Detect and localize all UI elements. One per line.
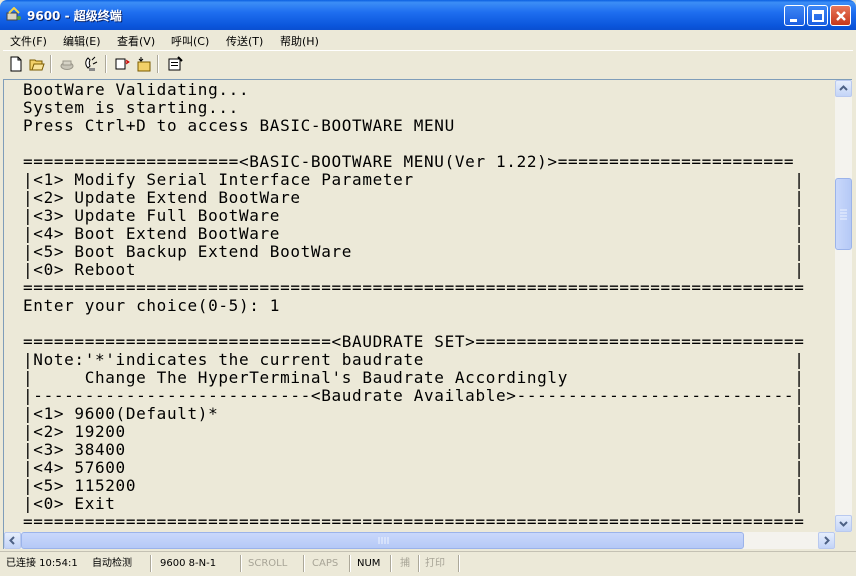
terminal-line: Press Ctrl+D to access BASIC-BOOTWARE ME… xyxy=(23,116,455,135)
window-title: 9600 - 超级终端 xyxy=(27,9,122,23)
terminal-line: |<3> 38400 | xyxy=(23,440,805,459)
terminal-line: |<2> 19200 | xyxy=(23,422,805,441)
menu-transfer[interactable]: 传送(T) xyxy=(226,33,263,49)
terminal-line: ==============================<BAUDRATE … xyxy=(23,332,805,351)
call-icon[interactable] xyxy=(57,54,77,74)
status-divider xyxy=(458,555,460,572)
terminal-line: | Change The HyperTerminal's Baudrate Ac… xyxy=(23,368,805,387)
terminal-line: |<1> 9600(Default)* | xyxy=(23,404,805,423)
terminal-line: |Note:'*'indicates the current baudrate … xyxy=(23,350,805,369)
status-divider xyxy=(390,555,392,572)
status-divider xyxy=(349,555,351,572)
disconnect-icon[interactable] xyxy=(81,54,101,74)
terminal-line: |<0> Exit | xyxy=(23,494,805,513)
status-divider xyxy=(303,555,305,572)
terminal-line: |<4> 57600 | xyxy=(23,458,805,477)
menu-edit[interactable]: 编辑(E) xyxy=(63,33,101,49)
status-divider xyxy=(240,555,242,572)
status-divider xyxy=(418,555,420,572)
terminal-line: Enter your choice(0-5): 1 xyxy=(23,296,281,315)
open-icon[interactable] xyxy=(27,54,47,74)
menu-file[interactable]: 文件(F) xyxy=(10,33,47,49)
vertical-scroll-thumb[interactable] xyxy=(835,178,852,250)
terminal-line: |<5> 115200 | xyxy=(23,476,805,495)
status-print: 打印 xyxy=(425,558,445,569)
status-connected: 已连接 10:54:1 xyxy=(6,558,78,569)
status-settings: 9600 8-N-1 xyxy=(160,558,217,569)
terminal-line: |---------------------------<Baudrate Av… xyxy=(23,386,805,405)
menu-bar: 文件(F) 编辑(E) 查看(V) 呼叫(C) 传送(T) 帮助(H) xyxy=(3,30,853,50)
terminal-screen[interactable]: BootWare Validating... System is startin… xyxy=(4,80,835,532)
status-scroll: SCROLL xyxy=(248,558,288,569)
hyperterminal-icon[interactable] xyxy=(6,6,22,23)
terminal-line: |<1> Modify Serial Interface Parameter | xyxy=(23,170,805,189)
horizontal-scroll-thumb[interactable] xyxy=(21,532,744,549)
terminal-line: ========================================… xyxy=(23,278,805,297)
terminal-line: |<0> Reboot | xyxy=(23,260,805,279)
receive-icon[interactable] xyxy=(134,54,154,74)
menu-help[interactable]: 帮助(H) xyxy=(280,33,319,49)
toolbar-separator xyxy=(105,55,107,73)
status-capture: 捕 xyxy=(400,558,410,569)
minimize-button[interactable] xyxy=(784,5,805,26)
toolbar-separator xyxy=(157,55,159,73)
scroll-up-button[interactable] xyxy=(835,80,852,97)
toolbar xyxy=(3,50,853,78)
terminal-line: =====================<BASIC-BOOTWARE MEN… xyxy=(23,152,795,171)
status-num: NUM xyxy=(357,558,381,569)
vertical-scrollbar[interactable] xyxy=(835,80,852,532)
scroll-down-button[interactable] xyxy=(835,515,852,532)
scroll-left-button[interactable] xyxy=(4,532,21,549)
terminal-line: |<2> Update Extend BootWare | xyxy=(23,188,805,207)
horizontal-scrollbar[interactable] xyxy=(4,532,835,549)
terminal-line: |<4> Boot Extend BootWare | xyxy=(23,224,805,243)
scroll-right-button[interactable] xyxy=(818,532,835,549)
terminal-line: ========================================… xyxy=(23,512,805,531)
terminal-line: |<5> Boot Backup Extend BootWare | xyxy=(23,242,805,261)
terminal-line: |<3> Update Full BootWare | xyxy=(23,206,805,225)
status-detect: 自动检测 xyxy=(92,558,132,569)
status-divider xyxy=(150,555,152,572)
new-icon[interactable] xyxy=(6,54,26,74)
properties-icon[interactable] xyxy=(165,54,185,74)
terminal-line: System is starting... xyxy=(23,98,239,117)
toolbar-separator xyxy=(50,55,52,73)
close-button[interactable] xyxy=(830,5,851,26)
title-bar[interactable]: 9600 - 超级终端 xyxy=(0,0,856,30)
menu-view[interactable]: 查看(V) xyxy=(117,33,155,49)
scrollbar-corner xyxy=(835,532,852,549)
status-caps: CAPS xyxy=(312,558,339,569)
menu-call[interactable]: 呼叫(C) xyxy=(171,33,209,49)
maximize-button[interactable] xyxy=(807,5,828,26)
terminal-frame: BootWare Validating... System is startin… xyxy=(3,79,852,549)
status-bar: 已连接 10:54:1 自动检测 9600 8-N-1 SCROLL CAPS … xyxy=(0,551,856,576)
terminal-line: BootWare Validating... xyxy=(23,80,250,99)
send-icon[interactable] xyxy=(112,54,132,74)
